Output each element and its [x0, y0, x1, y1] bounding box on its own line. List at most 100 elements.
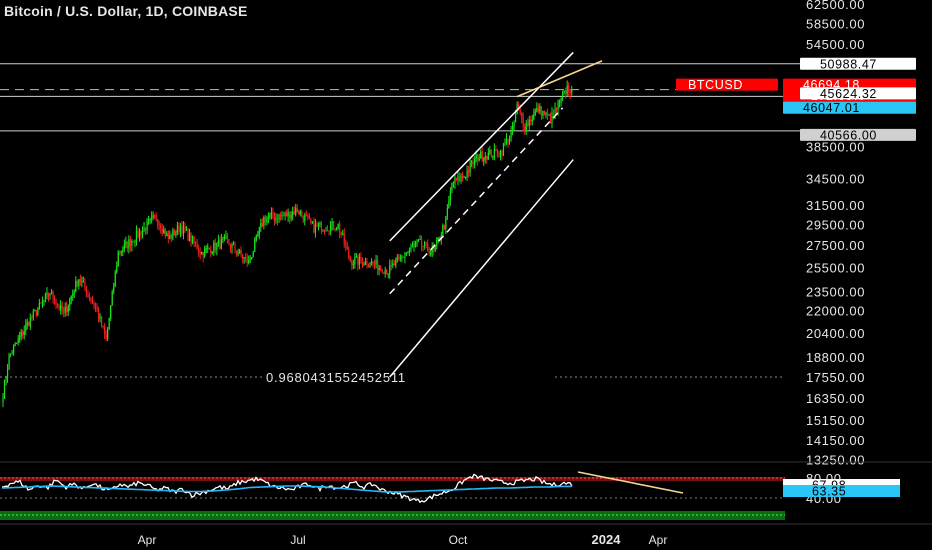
time-axis: Apr Jul Oct 2024 Apr [0, 523, 932, 547]
candle-body [223, 236, 226, 239]
chart-title: Bitcoin / U.S. Dollar, 1D, COINBASE [4, 3, 248, 19]
candle [571, 85, 573, 96]
candle [157, 218, 159, 230]
candle [472, 157, 474, 169]
candle [232, 241, 235, 246]
candle [275, 213, 277, 224]
candle-body [279, 214, 282, 217]
candle-body [474, 158, 476, 165]
solid-trendline [389, 159, 574, 378]
candle [187, 227, 189, 241]
candle [498, 150, 500, 158]
candle-body [137, 230, 139, 238]
candle [58, 303, 60, 311]
candle [487, 147, 489, 160]
candle-body [34, 310, 36, 312]
candle [140, 230, 142, 240]
candle [358, 253, 361, 270]
candle-body [76, 281, 78, 287]
candle [72, 289, 74, 301]
candle-body [140, 231, 142, 235]
price-tick-label: 22000.00 [806, 304, 865, 319]
candle-body [31, 317, 33, 319]
candle [238, 248, 241, 254]
candle-body [361, 261, 364, 266]
candle-body [373, 262, 376, 265]
candle [164, 227, 166, 239]
candle [569, 89, 571, 99]
candle [69, 297, 71, 312]
candle-body [154, 215, 156, 217]
candle-body [178, 225, 180, 232]
candle [149, 218, 151, 225]
candle-body [460, 175, 462, 182]
candle-body [380, 267, 382, 270]
price-tick-label: 25500.00 [806, 260, 865, 275]
candle-body [173, 230, 175, 236]
candle [46, 287, 48, 300]
candle [492, 155, 494, 161]
candle-body [138, 231, 141, 238]
candle [399, 254, 401, 262]
candle-body [229, 244, 232, 248]
candle-body [286, 213, 288, 217]
candle-body [143, 227, 145, 231]
candle-body [510, 131, 512, 138]
candle [211, 251, 213, 255]
candle [502, 142, 505, 157]
candle-body [457, 175, 459, 181]
candle [433, 242, 435, 256]
candle [477, 153, 479, 166]
candle-body [63, 311, 65, 313]
candle [249, 255, 251, 264]
candle [88, 292, 91, 302]
candle-body [448, 200, 450, 209]
candle-body [107, 329, 109, 339]
candle-body [160, 224, 162, 230]
candle [182, 221, 185, 240]
candle-body [336, 228, 338, 230]
candle [202, 251, 204, 263]
chart-canvas[interactable]: 0.968043155245251​1 62500.00 58500.00 54500… [0, 0, 932, 550]
candle-body [123, 243, 125, 250]
candle-body [164, 229, 166, 237]
candle [393, 260, 395, 266]
candle [395, 257, 397, 269]
candle [166, 230, 168, 237]
candle [82, 276, 84, 283]
candle [170, 233, 172, 243]
candle [510, 125, 512, 142]
candle-body [399, 257, 401, 259]
candle-body [348, 248, 350, 258]
candle [110, 305, 112, 321]
candle [122, 246, 124, 257]
candle [386, 269, 388, 275]
candle-body [396, 257, 398, 260]
candle [464, 176, 467, 180]
candle-body [161, 229, 163, 233]
candle [90, 296, 92, 305]
candle-body [6, 368, 9, 378]
candle-body [295, 208, 297, 215]
candle [201, 251, 203, 255]
candle [524, 123, 526, 135]
candle [530, 115, 532, 126]
candle-body [113, 286, 115, 292]
candle-body [546, 112, 549, 116]
candle-body [195, 242, 197, 244]
candle [278, 213, 280, 223]
candle-body [464, 177, 467, 179]
candle-body [360, 257, 362, 262]
candle-body [333, 221, 335, 230]
candle [298, 209, 300, 215]
candle-body [458, 175, 461, 182]
candle [226, 233, 229, 244]
candle-body [116, 266, 118, 273]
candle [284, 211, 286, 221]
candle-body [472, 161, 474, 165]
price-badge-blue: 46047.01 [783, 101, 916, 115]
candle [257, 231, 259, 238]
candle-body [463, 177, 465, 179]
candle-body [235, 250, 238, 254]
candle [534, 108, 536, 117]
